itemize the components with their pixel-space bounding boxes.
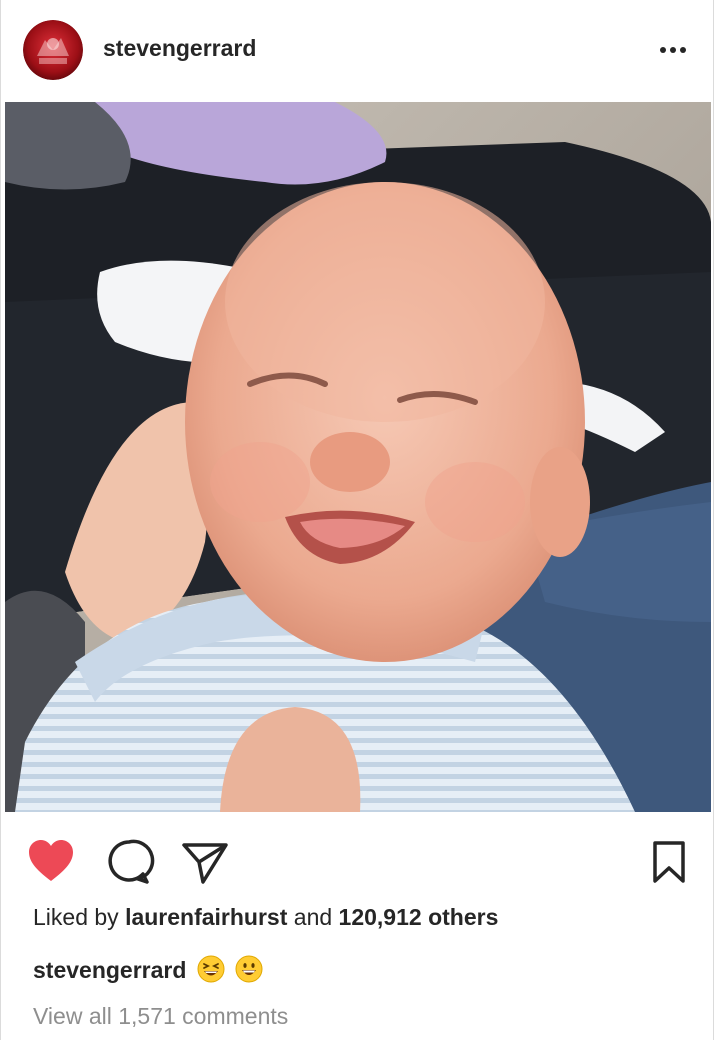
likes-middle: and [293, 904, 333, 930]
comment-icon[interactable] [103, 836, 155, 888]
post-caption: stevengerrard [33, 955, 263, 984]
grinning-face-icon [235, 955, 263, 983]
post-actions [1, 812, 713, 904]
baby-photo [5, 102, 711, 812]
post-username[interactable]: stevengerrard [103, 35, 256, 62]
view-all-comments-link[interactable]: View all 1,571 comments [33, 1003, 288, 1030]
direct-share-icon[interactable] [179, 836, 231, 888]
liked-by-user-link[interactable]: laurenfairhurst [125, 904, 287, 930]
avatar-image [23, 20, 83, 80]
heart-filled-icon[interactable] [25, 836, 77, 888]
likes-prefix: Liked by [33, 904, 119, 930]
grinning-squinting-face-icon [197, 955, 225, 983]
instagram-post: stevengerrard Liked by laurenfairhurst a… [0, 0, 714, 1040]
post-photo[interactable] [5, 102, 711, 812]
post-header: stevengerrard [1, 0, 713, 102]
caption-username[interactable]: stevengerrard [33, 957, 186, 983]
bookmark-icon[interactable] [643, 836, 695, 888]
profile-avatar[interactable] [23, 20, 83, 80]
more-options-icon[interactable] [651, 30, 695, 70]
likes-summary: Liked by laurenfairhurst and 120,912 oth… [33, 904, 498, 931]
likes-count-link[interactable]: 120,912 others [339, 904, 499, 930]
